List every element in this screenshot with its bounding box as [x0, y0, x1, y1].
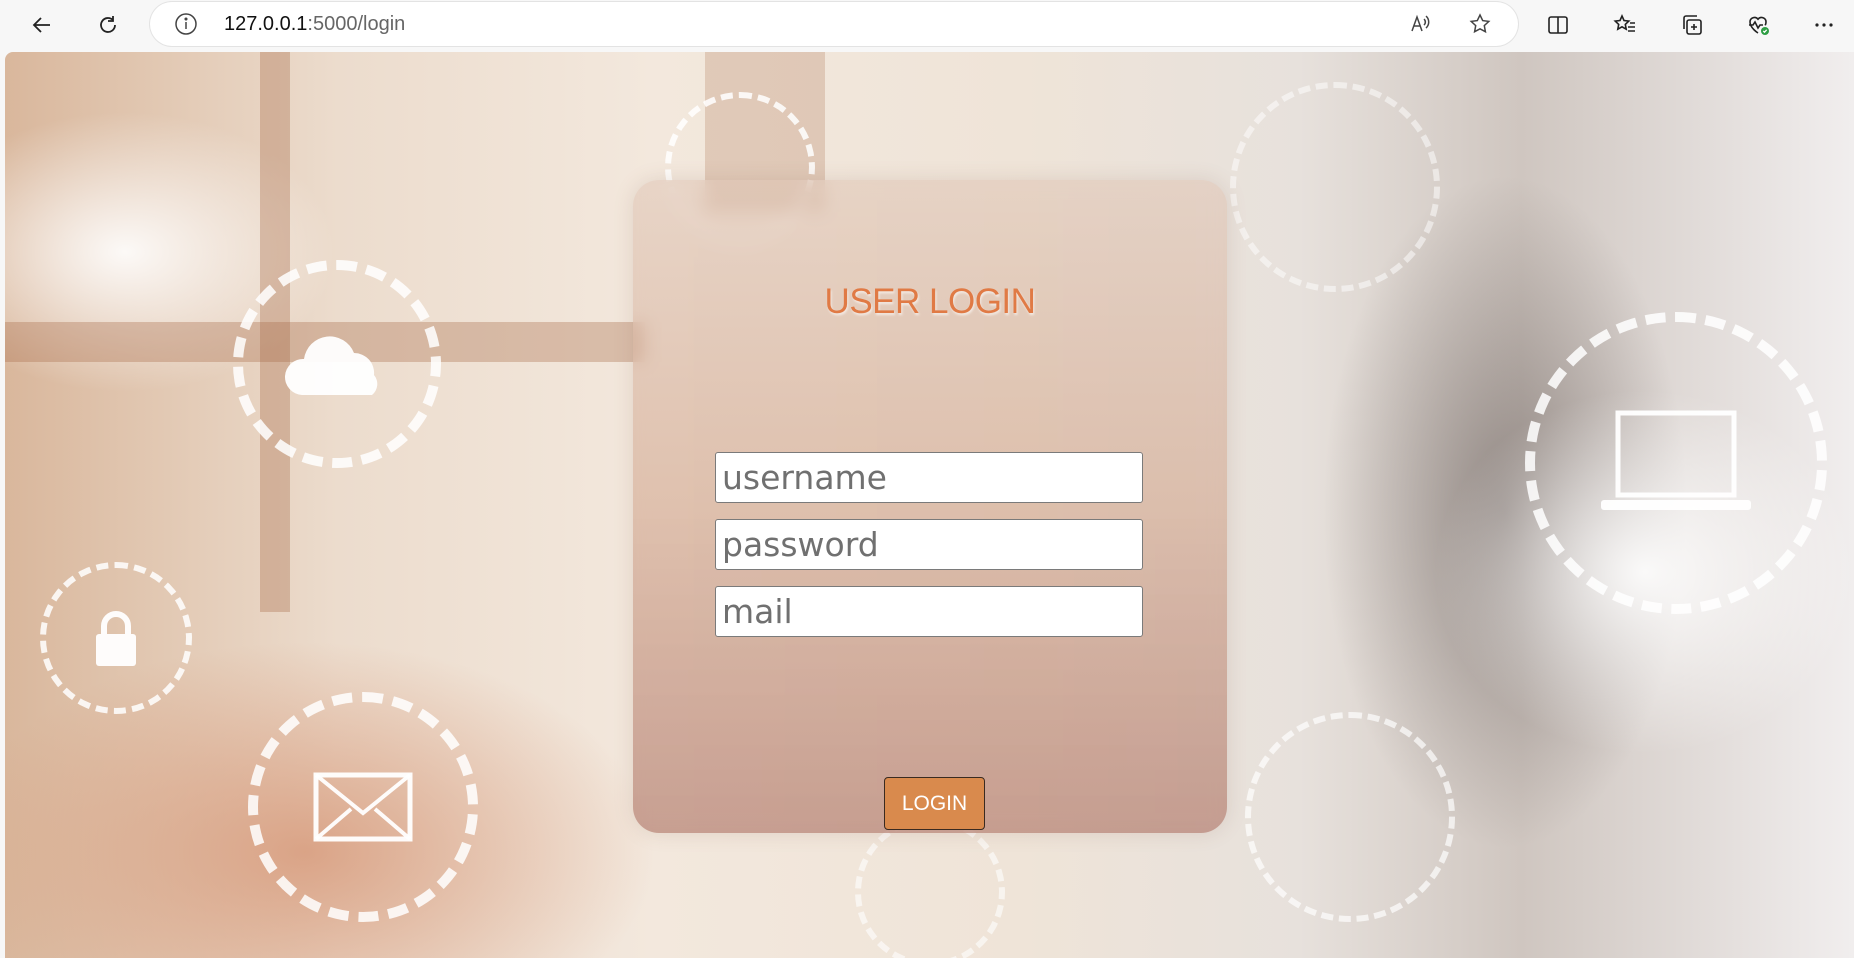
url-text[interactable]: 127.0.0.1:5000/login [224, 13, 405, 36]
more-icon[interactable] [1806, 7, 1842, 43]
lock-ring [1245, 712, 1455, 922]
split-screen-icon[interactable] [1540, 7, 1576, 43]
password-input[interactable] [715, 519, 1143, 570]
cloud-icon [233, 260, 441, 468]
refresh-icon[interactable] [90, 7, 126, 43]
url-path: :5000/login [307, 13, 406, 35]
login-button[interactable]: LOGIN [884, 777, 985, 830]
lock-ring [1230, 82, 1440, 292]
url-host: 127.0.0.1 [224, 13, 308, 35]
collections-icon[interactable] [1674, 7, 1710, 43]
laptop-icon [1525, 312, 1827, 614]
browser-essentials-icon[interactable] [1740, 7, 1776, 43]
favorite-star-icon[interactable] [1468, 12, 1492, 36]
page-viewport: USER LOGIN LOGIN [5, 52, 1854, 958]
mail-icon [248, 692, 478, 922]
browser-toolbar: 127.0.0.1:5000/login [0, 0, 1854, 50]
login-title: USER LOGIN [824, 282, 1036, 321]
read-aloud-icon[interactable] [1408, 12, 1432, 36]
back-icon[interactable] [24, 7, 60, 43]
favorites-icon[interactable] [1607, 7, 1643, 43]
phone-ring [855, 817, 1005, 958]
username-input[interactable] [715, 452, 1143, 503]
lock-icon [40, 562, 192, 714]
info-icon[interactable] [174, 12, 198, 36]
login-card: USER LOGIN LOGIN [633, 180, 1227, 833]
address-bar[interactable]: 127.0.0.1:5000/login [150, 2, 1518, 46]
mail-input[interactable] [715, 586, 1143, 637]
